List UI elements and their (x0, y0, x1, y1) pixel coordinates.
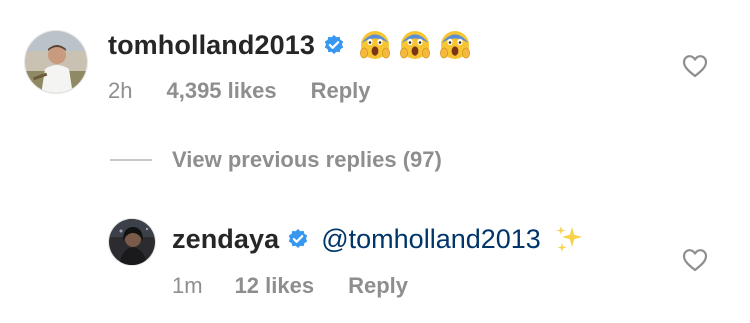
comment-header: tomholland2013 (108, 28, 471, 62)
avatar-photo-icon (109, 219, 155, 265)
likes-count[interactable]: 12 likes (235, 273, 315, 299)
avatar-zendaya[interactable] (108, 218, 156, 266)
sparkles-emoji-icon (553, 223, 585, 255)
avatar-photo-icon (25, 31, 87, 93)
heart-outline-icon[interactable] (682, 248, 708, 272)
screaming-face-emoji-icon (439, 29, 471, 61)
comment-time: 2h (108, 78, 133, 103)
comment-meta: 2h 4,395 likes Reply (108, 78, 371, 104)
view-previous-replies-button[interactable]: View previous replies (97) (110, 147, 442, 173)
username[interactable]: zendaya (172, 224, 279, 255)
replies-divider (110, 159, 152, 161)
verified-badge-icon (287, 228, 309, 250)
reply-button[interactable]: Reply (348, 273, 408, 299)
reply-header: zendaya @tomholland2013 (172, 222, 585, 256)
screaming-face-emoji-icon (359, 29, 391, 61)
username[interactable]: tomholland2013 (108, 30, 315, 61)
likes-count[interactable]: 4,395 likes (166, 78, 276, 104)
reply-button[interactable]: Reply (311, 78, 371, 104)
screaming-face-emoji-icon (399, 29, 431, 61)
verified-badge-icon (323, 34, 345, 56)
view-previous-replies-label: View previous replies (97) (172, 147, 442, 172)
avatar-tomholland2013[interactable] (24, 30, 88, 94)
reply-meta: 1m 12 likes Reply (172, 273, 408, 299)
heart-outline-icon[interactable] (682, 54, 708, 78)
mention-link[interactable]: @tomholland2013 (321, 224, 541, 255)
reply-time: 1m (172, 273, 203, 298)
